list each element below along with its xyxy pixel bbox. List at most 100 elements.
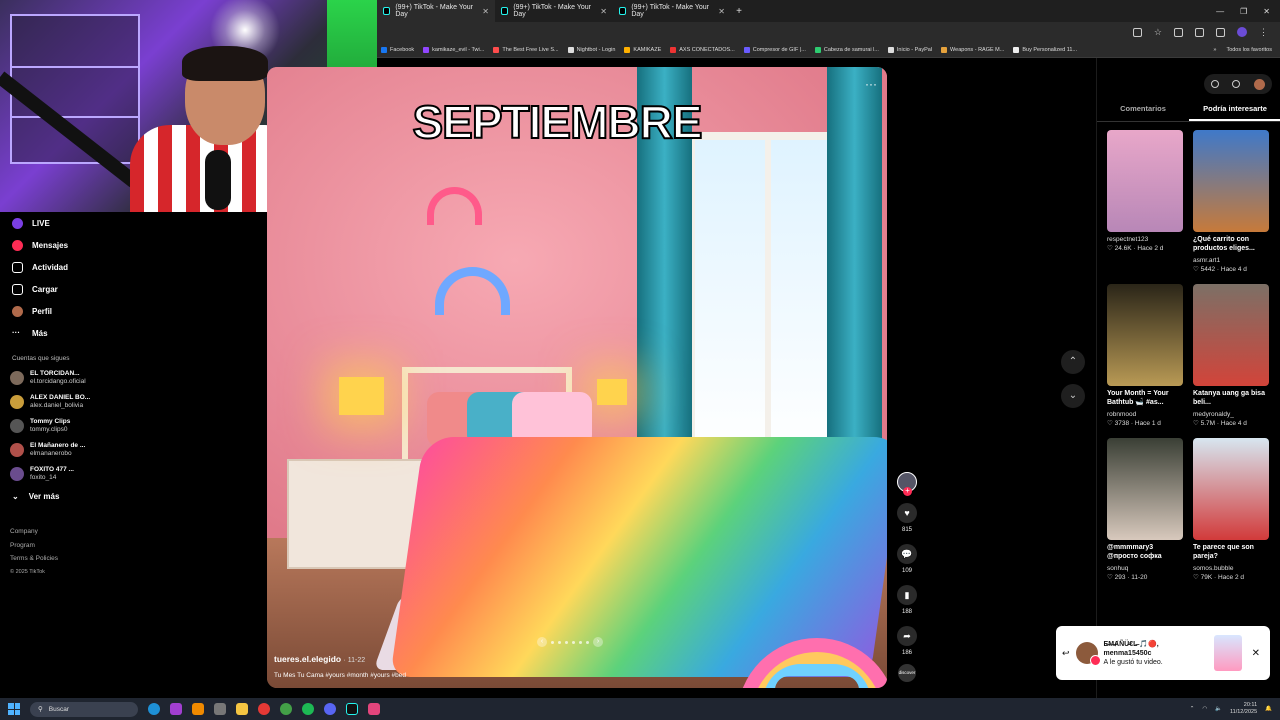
close-window-icon[interactable]: ✕ <box>1263 7 1270 16</box>
discord-icon[interactable] <box>324 703 336 715</box>
bookmark[interactable]: Weapons - RAGE M... <box>941 46 1004 53</box>
see-more-button[interactable]: ⌄ Ver más <box>0 486 267 507</box>
carousel-dot[interactable] <box>558 640 561 644</box>
app-icon[interactable] <box>368 703 380 715</box>
video-thumbnail[interactable] <box>1193 438 1269 540</box>
like-button[interactable]: ♥ <box>897 503 917 523</box>
close-icon[interactable]: ✕ <box>482 7 489 16</box>
nav-item-profile[interactable]: Perfil <box>0 300 267 322</box>
video-thumbnail[interactable] <box>1193 130 1269 232</box>
user-avatar[interactable] <box>1254 78 1266 90</box>
video-card[interactable]: Katanya uang ga bisa beli... medyronaldy… <box>1193 284 1269 428</box>
chrome-icon[interactable] <box>258 703 270 715</box>
close-icon[interactable]: ✕ <box>600 7 607 16</box>
video-card[interactable]: @mmmmary3 @просто софка sonhuq ♡ 293 · 1… <box>1107 438 1183 582</box>
carousel-dot[interactable] <box>565 640 568 644</box>
video-thumbnail[interactable] <box>1193 284 1269 386</box>
following-account[interactable]: EL TORCIDAN... el.torcidango.oficial <box>0 366 267 390</box>
bookmark[interactable]: Nightbot - Login <box>567 46 615 53</box>
following-account[interactable]: FOXITO 477 ... foxito_14 <box>0 462 267 486</box>
bookmarks-overflow-button[interactable]: » <box>1213 47 1216 53</box>
video-card[interactable]: Your Month = Your Bathtub 🛁 #as... robnm… <box>1107 284 1183 428</box>
bookmark[interactable]: Buy Personalized 11... <box>1013 46 1077 53</box>
bookmark[interactable]: The Best Free Live S... <box>493 46 559 53</box>
bookmark[interactable]: Inicio - PayPal <box>887 46 932 53</box>
video-player[interactable]: SEPTIEMBRE ··· ‹ › tueres.el.elegido · 1… <box>267 67 887 688</box>
star-icon[interactable]: ☆ <box>1154 27 1162 38</box>
card-user[interactable]: sonhuq <box>1107 565 1183 573</box>
carousel-dot[interactable] <box>572 640 575 644</box>
folder-icon[interactable] <box>236 703 248 715</box>
maximize-icon[interactable]: ❐ <box>1240 7 1247 16</box>
minimize-icon[interactable]: — <box>1216 7 1224 16</box>
close-icon[interactable]: ✕ <box>718 7 725 16</box>
nav-item-upload[interactable]: Cargar <box>0 278 267 300</box>
save-button[interactable]: ▮ <box>897 585 917 605</box>
video-thumbnail[interactable] <box>1107 130 1183 232</box>
bookmark[interactable]: AXS CONECTADOS... <box>670 46 735 53</box>
creator-avatar[interactable] <box>897 472 917 496</box>
tab-recommended[interactable]: Podría interesarte <box>1189 102 1280 121</box>
app-icon[interactable] <box>170 703 182 715</box>
card-user[interactable]: asmr.art1 <box>1193 257 1269 265</box>
bookmark[interactable]: Compresor de GIF |... <box>743 46 806 53</box>
nav-item-messages[interactable]: Mensajes <box>0 234 267 256</box>
card-user[interactable]: robnmood <box>1107 411 1183 419</box>
carousel-dot[interactable] <box>586 640 589 644</box>
carousel-dot[interactable] <box>551 640 554 644</box>
all-favorites-folder[interactable]: Todos los favoritos <box>1226 47 1272 53</box>
nav-item-more[interactable]: ··· Más <box>0 322 267 344</box>
footer-link-terms[interactable]: Terms & Policies <box>10 552 257 566</box>
edge-icon[interactable] <box>148 703 160 715</box>
compass-icon[interactable] <box>1210 80 1219 88</box>
following-account[interactable]: ALEX DANIEL BO... alex.daniel_bolivia <box>0 390 267 414</box>
browser-tab[interactable]: (99+) TikTok - Make Your Day ✕ <box>495 0 613 22</box>
footer-link-program[interactable]: Program <box>10 539 257 553</box>
browser-tab[interactable]: (99+) TikTok - Make Your Day ✕ <box>377 0 495 22</box>
nav-item-live[interactable]: LIVE <box>0 212 267 234</box>
like-notification[interactable]: ↩ E̶M̶ȺÑÜ̶€L̶ 🎵🔴, menma15450c A le gustó… <box>1056 626 1270 680</box>
chevron-up-icon[interactable]: ⌃ <box>1061 350 1085 374</box>
card-user[interactable]: medyronaldy_ <box>1193 411 1269 419</box>
video-thumbnail[interactable] <box>1107 438 1183 540</box>
sidebar-icon[interactable] <box>1195 27 1204 37</box>
comment-button[interactable]: 💬 <box>897 544 917 564</box>
menu-dots-icon[interactable]: ··· <box>865 77 877 91</box>
bookmark[interactable]: kamikaze_evil - Twi... <box>423 46 484 53</box>
chevron-up-icon[interactable]: ⌃ <box>1190 706 1195 712</box>
phone-icon[interactable] <box>1232 80 1241 88</box>
volume-icon[interactable]: 🔈 <box>1215 706 1222 712</box>
share-button[interactable]: ➦ <box>897 626 917 646</box>
nav-item-activity[interactable]: Actividad <box>0 256 267 278</box>
following-account[interactable]: El Mañanero de ... elmananerobo <box>0 438 267 462</box>
download-icon[interactable] <box>1216 27 1225 37</box>
close-icon[interactable]: ✕ <box>1248 648 1264 659</box>
wifi-icon[interactable]: ◠ <box>1202 706 1207 712</box>
chrome-icon[interactable] <box>280 703 292 715</box>
card-user[interactable]: respectnet123 <box>1107 236 1183 244</box>
bookmark[interactable]: Cabeza de samurai l... <box>814 46 879 53</box>
browser-tab[interactable]: (99+) TikTok - Make Your Day ✕ <box>613 0 731 22</box>
spotify-icon[interactable] <box>302 703 314 715</box>
taskbar-search[interactable]: ⚲ Buscar <box>30 701 138 717</box>
extensions-icon[interactable] <box>1174 27 1183 37</box>
tab-comments[interactable]: Comentarios <box>1097 102 1189 121</box>
tiktok-icon[interactable] <box>346 703 358 715</box>
following-account[interactable]: Tommy Clips tommy.clips0 <box>0 414 267 438</box>
footer-link-company[interactable]: Company <box>10 525 257 539</box>
chevron-right-icon[interactable]: › <box>593 637 603 647</box>
video-card[interactable]: Te parece que son pareja? somos.bubble ♡… <box>1193 438 1269 582</box>
taskbar-clock[interactable]: 20:11 11/12/2025 <box>1230 702 1257 716</box>
video-card[interactable]: respectnet123 ♡ 24.6K · Hace 2 d <box>1107 130 1183 274</box>
chevron-down-icon[interactable]: ⌄ <box>1061 384 1085 408</box>
app-icon[interactable] <box>214 703 226 715</box>
bookmark[interactable]: Facebook <box>381 46 414 53</box>
carousel-dot[interactable] <box>579 640 582 644</box>
windows-start-icon[interactable] <box>8 703 20 715</box>
video-card[interactable]: ¿Qué carrito con productos eliges... asm… <box>1193 130 1269 274</box>
video-thumbnail[interactable] <box>1107 284 1183 386</box>
bookmark[interactable]: KAMIKAZE <box>624 46 661 53</box>
new-tab-button[interactable]: + <box>731 6 747 17</box>
menu-dots-icon[interactable]: ⋮ <box>1259 27 1268 38</box>
chevron-left-icon[interactable]: ‹ <box>537 637 547 647</box>
